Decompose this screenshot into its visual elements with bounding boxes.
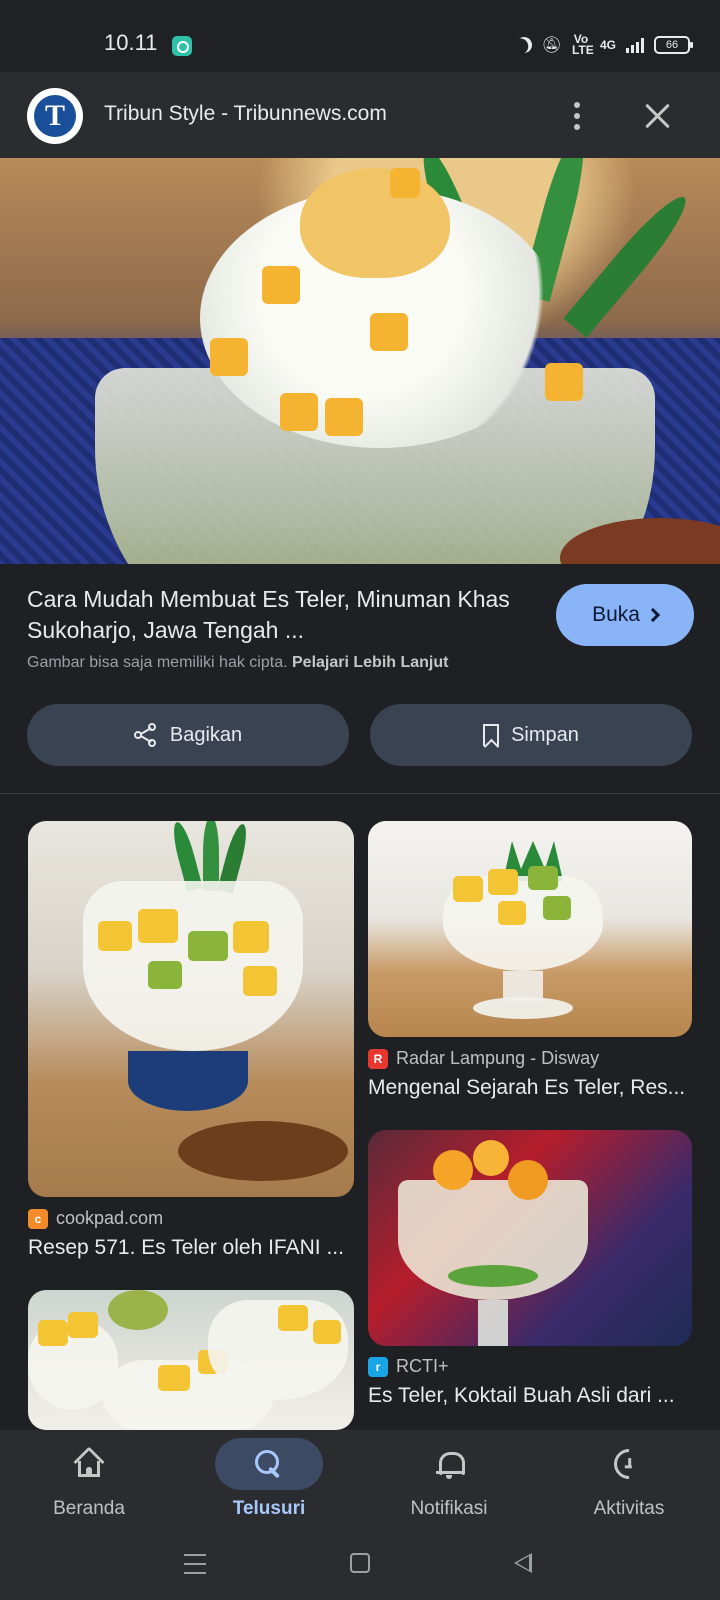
rcti-favicon-icon: r (368, 1356, 388, 1377)
bell-icon (436, 1449, 465, 1479)
home-icon (73, 1446, 105, 1478)
do-not-disturb-icon (513, 35, 534, 56)
related-source-name: RCTI+ (396, 1356, 449, 1376)
open-button[interactable]: Buka (556, 584, 694, 646)
source-logo-letter: T (34, 95, 76, 137)
save-button-label: Simpan (511, 723, 579, 746)
share-button-label: Bagikan (169, 723, 243, 746)
learn-more-link[interactable]: Pelajari Lebih Lanjut (292, 654, 448, 671)
share-icon (133, 723, 158, 747)
nav-activity-label: Aktivitas (593, 1498, 665, 1519)
activity-icon (607, 1442, 651, 1486)
bookmark-icon (483, 724, 500, 746)
nav-activity[interactable]: Aktivitas (554, 1438, 704, 1538)
related-source-name: Radar Lampung - Disway (396, 1048, 600, 1068)
nav-home-label: Beranda (53, 1498, 125, 1519)
source-logo[interactable]: T (27, 88, 83, 144)
source-title[interactable]: Tribun Style - Tribunnews.com (104, 102, 387, 126)
copyright-text: Gambar bisa saja memiliki hak cipta. (27, 654, 288, 671)
related-image-2[interactable] (368, 821, 692, 1037)
radar-lampung-favicon-icon: R (368, 1048, 388, 1069)
home-button-icon[interactable] (350, 1553, 370, 1573)
network-type-label: 4G (599, 37, 616, 52)
signal-icon (626, 37, 644, 53)
nav-notifications[interactable]: Notifikasi (374, 1438, 524, 1538)
more-options-icon[interactable] (560, 96, 594, 136)
mute-icon: 🔕︎ (541, 37, 562, 54)
open-button-label: Buka (592, 603, 640, 626)
close-icon[interactable] (640, 98, 676, 134)
cookpad-favicon-icon: c (28, 1208, 48, 1229)
related-image-4[interactable] (28, 1290, 354, 1430)
status-time: 10.11 (104, 30, 158, 55)
nav-notifications-label: Notifikasi (410, 1498, 488, 1519)
recent-apps-icon[interactable] (184, 1554, 206, 1574)
system-navigation-bar (0, 1540, 720, 1600)
notification-app-icon (172, 36, 192, 56)
battery-icon: 66 (654, 36, 693, 54)
bottom-navigation: Beranda Telusuri Notifikasi Aktivitas (0, 1430, 720, 1540)
volte-label: Vo LTE (571, 32, 594, 57)
related-image-1[interactable] (28, 821, 354, 1197)
related-caption-1[interactable]: Resep 571. Es Teler oleh IFANI ... (28, 1236, 354, 1260)
related-source-3[interactable]: r RCTI+ (368, 1356, 449, 1377)
related-image-3[interactable] (368, 1130, 692, 1346)
chevron-right-icon (645, 607, 661, 623)
divider (0, 793, 720, 794)
nav-search-label: Telusuri (232, 1498, 306, 1519)
related-source-1[interactable]: c cookpad.com (28, 1208, 163, 1229)
back-icon[interactable] (514, 1553, 532, 1573)
related-caption-3[interactable]: Es Teler, Koktail Buah Asli dari ... (368, 1384, 688, 1408)
related-caption-2[interactable]: Mengenal Sejarah Es Teler, Res... (368, 1076, 688, 1100)
result-title[interactable]: Cara Mudah Membuat Es Teler, Minuman Kha… (27, 584, 517, 646)
main-image[interactable] (0, 158, 720, 564)
status-bar: 10.11 🔕︎ Vo LTE 4G 66 (0, 0, 720, 72)
source-header: T Tribun Style - Tribunnews.com (0, 72, 720, 158)
save-button[interactable]: Simpan (370, 704, 692, 766)
status-icons: 🔕︎ Vo LTE 4G 66 (513, 32, 693, 58)
nav-search[interactable]: Telusuri (194, 1438, 344, 1538)
search-icon (254, 1449, 284, 1479)
related-source-name: cookpad.com (56, 1208, 164, 1228)
share-button[interactable]: Bagikan (27, 704, 349, 766)
related-source-2[interactable]: R Radar Lampung - Disway (368, 1048, 599, 1069)
copyright-notice: Gambar bisa saja memiliki hak cipta. Pel… (27, 654, 448, 672)
nav-home[interactable]: Beranda (14, 1438, 164, 1538)
